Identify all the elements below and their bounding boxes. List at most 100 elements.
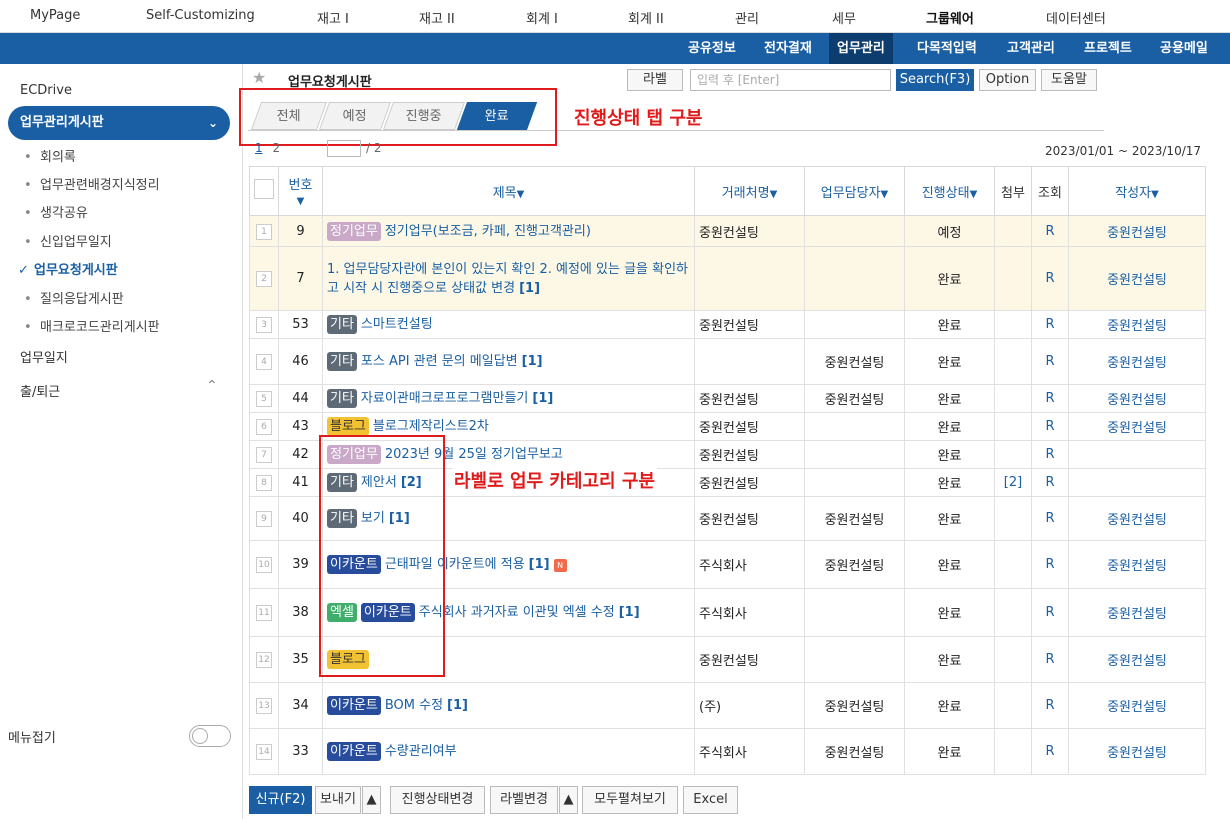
- row-attachment[interactable]: [994, 588, 1032, 637]
- row-author[interactable]: 중원컨설팅: [1068, 496, 1206, 541]
- row-author[interactable]: [1068, 440, 1206, 469]
- row-attachment[interactable]: [994, 384, 1032, 413]
- row-title-cell[interactable]: 기타 포스 API 관련 문의 메일답변 [1]: [322, 338, 695, 385]
- select-all-checkbox[interactable]: [254, 179, 274, 199]
- category-label-badge[interactable]: 이카운트: [327, 696, 381, 715]
- row-view-link[interactable]: R: [1031, 246, 1069, 311]
- row-checkbox[interactable]: 5: [256, 391, 272, 407]
- row-author[interactable]: 중원컨설팅: [1068, 728, 1206, 775]
- row-attachment[interactable]: [994, 412, 1032, 441]
- category-label-badge[interactable]: 정기업무: [327, 221, 381, 241]
- row-checkbox[interactable]: 13: [256, 698, 272, 714]
- change-status-button[interactable]: 진행상태변경: [390, 786, 485, 814]
- sub-menu-project[interactable]: 프로젝트: [1076, 33, 1140, 64]
- option-button[interactable]: Option: [979, 69, 1036, 91]
- row-view-link[interactable]: R: [1031, 384, 1069, 413]
- row-checkbox[interactable]: 7: [256, 447, 272, 463]
- comment-count[interactable]: [1]: [522, 354, 543, 369]
- row-view-link[interactable]: R: [1031, 468, 1069, 497]
- row-title-cell[interactable]: 1. 업무담당자란에 본인이 있는지 확인 2. 예정에 있는 글을 확인하고 …: [322, 246, 695, 311]
- row-title-cell[interactable]: 기타 자료이관매크로프로그램만들기 [1]: [322, 384, 695, 413]
- row-view-link[interactable]: R: [1031, 588, 1069, 637]
- category-label-badge[interactable]: 블로그: [327, 417, 369, 436]
- top-menu-accounting-2[interactable]: 회계 II: [628, 8, 664, 27]
- top-menu-inventory-1[interactable]: 재고 I: [317, 8, 349, 27]
- sidebar-item-attendance[interactable]: 출/퇴근: [20, 381, 60, 400]
- row-attachment[interactable]: [994, 540, 1032, 589]
- table-row[interactable]: 13 34 이카운트 BOM 수정 [1] (주) 중원컨설팅 완료 R 중원컨설팅: [249, 682, 1206, 729]
- row-title-link[interactable]: 블로그제작리스트2차: [373, 419, 489, 434]
- row-view-link[interactable]: R: [1031, 310, 1069, 339]
- excel-button[interactable]: Excel: [683, 786, 738, 814]
- row-attachment[interactable]: [994, 246, 1032, 311]
- row-checkbox[interactable]: 2: [256, 271, 272, 287]
- sidebar-item-meeting[interactable]: • 회의록: [24, 146, 76, 165]
- top-menu-inventory-2[interactable]: 재고 II: [419, 8, 455, 27]
- top-menu-self-customizing[interactable]: Self-Customizing: [146, 8, 255, 23]
- row-checkbox[interactable]: 3: [256, 317, 272, 333]
- sidebar-item-request-board[interactable]: ✓ 업무요청게시판: [18, 259, 118, 278]
- row-title-link[interactable]: BOM 수정: [385, 698, 443, 713]
- row-author[interactable]: [1068, 468, 1206, 497]
- table-row[interactable]: 4 46 기타 포스 API 관련 문의 메일답변 [1] 중원컨설팅 완료 R 중원컨설팅: [249, 338, 1206, 385]
- row-title-cell[interactable]: 정기업무 정기업무(보조금, 카페, 진행고객관리): [322, 215, 695, 247]
- sub-menu-shared-mail[interactable]: 공용메일: [1152, 33, 1216, 64]
- sidebar-item-background[interactable]: • 업무관련배경지식정리: [24, 174, 160, 193]
- row-title-link[interactable]: 수량관리여부: [385, 744, 457, 759]
- comment-count[interactable]: [1]: [519, 281, 540, 296]
- top-menu-groupware[interactable]: 그룹웨어: [926, 8, 974, 27]
- row-attachment[interactable]: [2]: [994, 468, 1032, 497]
- row-title-cell[interactable]: 이카운트 BOM 수정 [1]: [322, 682, 695, 729]
- row-author[interactable]: 중원컨설팅: [1068, 338, 1206, 385]
- sub-menu-shared-info[interactable]: 공유정보: [680, 33, 744, 64]
- row-author[interactable]: 중원컨설팅: [1068, 540, 1206, 589]
- label-dropdown-icon[interactable]: ▲: [559, 786, 578, 814]
- top-menu-accounting-1[interactable]: 회계 I: [526, 8, 558, 27]
- page-1-link[interactable]: 1: [255, 141, 263, 155]
- menu-fold-toggle[interactable]: [189, 725, 231, 747]
- row-checkbox[interactable]: 8: [256, 475, 272, 491]
- sidebar-item-ecdrive[interactable]: ECDrive: [20, 83, 72, 98]
- row-author[interactable]: 중원컨설팅: [1068, 384, 1206, 413]
- search-input[interactable]: 입력 후 [Enter]: [690, 69, 891, 91]
- send-button[interactable]: 보내기: [315, 786, 361, 814]
- row-view-link[interactable]: R: [1031, 682, 1069, 729]
- comment-count[interactable]: [1]: [619, 605, 640, 620]
- row-title-link[interactable]: 스마트컨설팅: [361, 317, 433, 332]
- category-label-badge[interactable]: 기타: [327, 352, 357, 371]
- row-attachment[interactable]: [994, 215, 1032, 247]
- row-checkbox[interactable]: 4: [256, 354, 272, 370]
- sidebar-item-work-log[interactable]: 업무일지: [20, 347, 68, 366]
- row-author[interactable]: 중원컨설팅: [1068, 682, 1206, 729]
- table-row[interactable]: 14 33 이카운트 수량관리여부 주식회사 중원컨설팅 완료 R 중원컨설팅: [249, 728, 1206, 775]
- row-title-link[interactable]: 자료이관매크로프로그램만들기: [361, 391, 528, 406]
- row-checkbox[interactable]: 11: [256, 605, 272, 621]
- expand-all-button[interactable]: 모두펼쳐보기: [582, 786, 678, 814]
- row-view-link[interactable]: R: [1031, 540, 1069, 589]
- column-header-status[interactable]: 진행상태▼: [904, 166, 995, 216]
- table-row[interactable]: 2 7 1. 업무담당자란에 본인이 있는지 확인 2. 예정에 있는 글을 확인하…: [249, 246, 1206, 311]
- column-header-title[interactable]: 제목▼: [322, 166, 695, 216]
- row-title-link[interactable]: 정기업무(보조금, 카페, 진행고객관리): [385, 224, 591, 239]
- sub-menu-multi-input[interactable]: 다목적입력: [909, 33, 985, 64]
- category-label-badge[interactable]: 기타: [327, 315, 357, 334]
- row-attachment[interactable]: [994, 636, 1032, 683]
- row-author[interactable]: 중원컨설팅: [1068, 636, 1206, 683]
- row-checkbox[interactable]: 14: [256, 744, 272, 760]
- row-view-link[interactable]: R: [1031, 496, 1069, 541]
- table-row[interactable]: 1 9 정기업무 정기업무(보조금, 카페, 진행고객관리) 중원컨설팅 예정 R 중원컨설팅: [249, 215, 1206, 247]
- row-checkbox[interactable]: 10: [256, 557, 272, 573]
- row-view-link[interactable]: R: [1031, 215, 1069, 247]
- row-author[interactable]: 중원컨설팅: [1068, 246, 1206, 311]
- row-attachment[interactable]: [994, 310, 1032, 339]
- row-checkbox[interactable]: 6: [256, 419, 272, 435]
- row-attachment[interactable]: [994, 440, 1032, 469]
- row-attachment[interactable]: [994, 496, 1032, 541]
- sidebar-item-ideas[interactable]: • 생각공유: [24, 202, 88, 221]
- row-author[interactable]: 중원컨설팅: [1068, 310, 1206, 339]
- category-label-badge[interactable]: 기타: [327, 389, 357, 408]
- row-attachment[interactable]: [994, 682, 1032, 729]
- row-view-link[interactable]: R: [1031, 338, 1069, 385]
- sub-menu-customer[interactable]: 고객관리: [999, 33, 1063, 64]
- chevron-up-icon[interactable]: ⌃: [206, 378, 218, 394]
